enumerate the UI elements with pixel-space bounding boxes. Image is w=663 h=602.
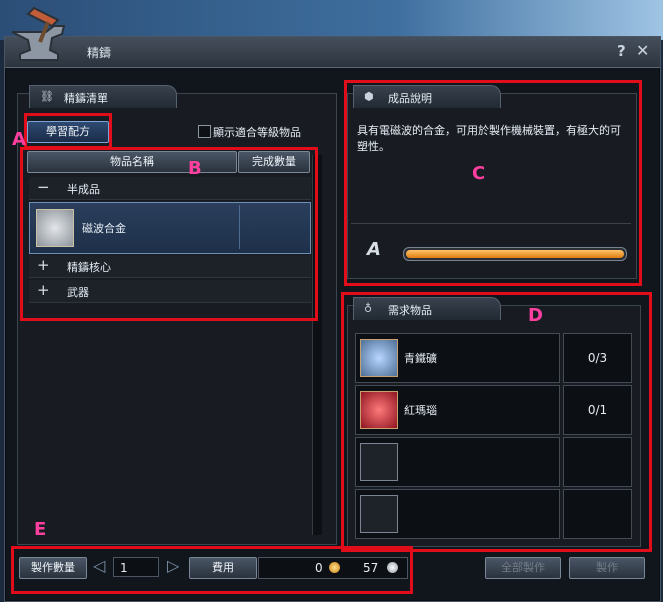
- plus-icon[interactable]: +: [37, 256, 50, 274]
- required-items-title: 需求物品: [388, 304, 432, 317]
- grade-bar-fill: [406, 250, 624, 258]
- required-item-count: [563, 437, 632, 487]
- list-item-core[interactable]: + 精鑄核心: [29, 255, 311, 278]
- list-item-weapon[interactable]: + 武器: [29, 280, 311, 303]
- annotation-label-d: D: [528, 305, 543, 326]
- description-divider: [351, 223, 631, 224]
- required-item-row[interactable]: [355, 489, 560, 539]
- fee-value: 0: [315, 561, 323, 575]
- crafting-window: 精鑄 ? ✕ ⛓ 精鑄清單 學習配方 顯示適合等級物品 物品名稱 完成數量 − …: [4, 36, 661, 602]
- grade-label: A: [367, 239, 381, 260]
- game-background: [0, 0, 663, 40]
- minus-icon[interactable]: −: [37, 178, 50, 196]
- show-level-checkbox[interactable]: [198, 125, 211, 138]
- list-item-label: 精鑄核心: [67, 261, 111, 274]
- alloy-icon: [36, 209, 74, 247]
- craft-all-button[interactable]: 全部製作: [485, 557, 561, 579]
- list-item-semi[interactable]: − 半成品: [29, 177, 311, 200]
- recipe-list-header: ⛓ 精鑄清單: [29, 85, 177, 108]
- craft-quantity-button[interactable]: 製作數量: [19, 557, 87, 579]
- show-level-label: 顯示適合等級物品: [213, 126, 301, 139]
- scrollbar[interactable]: [312, 155, 322, 535]
- list-item-label: 半成品: [67, 183, 100, 196]
- box-icon: ⬢: [364, 90, 374, 103]
- description-text: 具有電磁波的合金，可用於製作機械裝置，有極大的可塑性。: [357, 124, 621, 153]
- description-header: ⬢ 成品說明: [353, 85, 501, 108]
- title-bar[interactable]: 精鑄 ? ✕: [5, 37, 660, 68]
- grade-bar: [403, 247, 627, 261]
- close-icon[interactable]: ✕: [636, 41, 649, 60]
- required-item-row[interactable]: 青鐵礦: [355, 333, 560, 383]
- quantity-decrease-icon[interactable]: ◁: [93, 556, 105, 575]
- annotation-label-e: E: [34, 519, 47, 540]
- required-item-name: 紅瑪瑙: [404, 404, 437, 417]
- fee-button[interactable]: 費用: [189, 557, 257, 579]
- required-item-count: [563, 489, 632, 539]
- annotation-label-a: A: [12, 129, 26, 150]
- description-title: 成品說明: [388, 92, 432, 105]
- annotation-label-b: B: [188, 158, 202, 179]
- required-item-row[interactable]: [355, 437, 560, 487]
- help-icon[interactable]: ?: [617, 42, 626, 60]
- window-title: 精鑄: [87, 46, 112, 60]
- silver-coin-icon: [387, 562, 398, 573]
- craft-button[interactable]: 製作: [569, 557, 645, 579]
- agate-icon: [360, 391, 398, 429]
- list-item-label: 磁波合金: [82, 222, 126, 235]
- column-header-name[interactable]: 物品名稱: [27, 151, 237, 173]
- required-item-name: 青鐵礦: [404, 352, 437, 365]
- gold-coin-icon: [329, 562, 340, 573]
- item-count-cell: [239, 205, 308, 249]
- empty-slot: [360, 443, 398, 481]
- required-item-count: 0/3: [563, 333, 632, 383]
- bag-icon: ♁: [364, 302, 373, 315]
- fee-display: 0 57: [258, 557, 408, 579]
- quantity-input[interactable]: 1: [113, 557, 159, 577]
- link-icon: ⛓: [40, 90, 54, 103]
- required-items-header: ♁ 需求物品: [353, 297, 501, 320]
- quantity-increase-icon[interactable]: ▷: [167, 556, 179, 575]
- money-value: 57: [363, 561, 379, 575]
- annotation-label-c: C: [472, 163, 486, 184]
- list-item-selected[interactable]: 磁波合金: [29, 202, 311, 254]
- column-header-done[interactable]: 完成數量: [238, 151, 310, 173]
- required-item-count: 0/1: [563, 385, 632, 435]
- recipe-list-title: 精鑄清單: [64, 92, 108, 105]
- empty-slot: [360, 495, 398, 533]
- anvil-hammer-icon: [11, 6, 66, 61]
- list-item-label: 武器: [67, 286, 89, 299]
- learn-recipe-button[interactable]: 學習配方: [27, 121, 109, 143]
- ore-icon: [360, 339, 398, 377]
- plus-icon[interactable]: +: [37, 281, 50, 299]
- required-item-row[interactable]: 紅瑪瑙: [355, 385, 560, 435]
